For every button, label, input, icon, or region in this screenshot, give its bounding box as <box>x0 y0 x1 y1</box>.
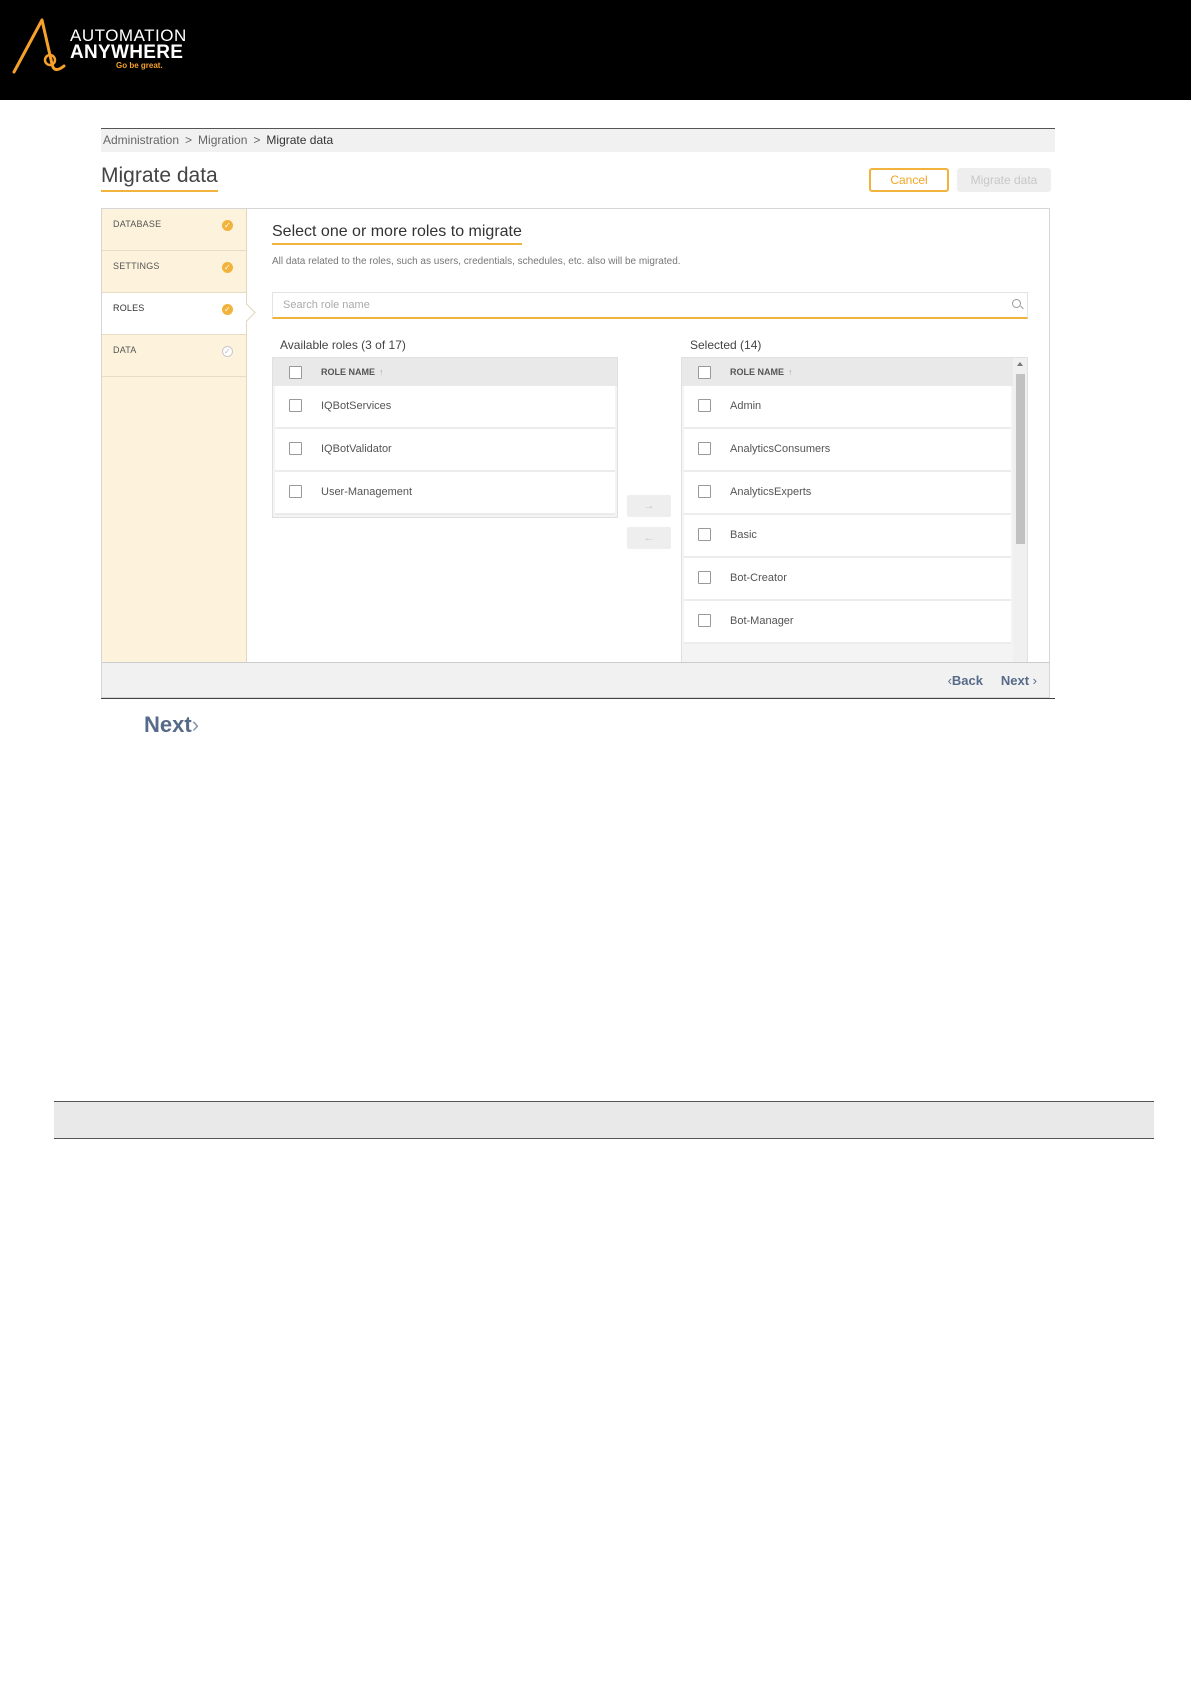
divider <box>101 698 1055 699</box>
move-left-button[interactable]: ← <box>627 527 671 549</box>
chevron-right-icon: › <box>1032 673 1037 688</box>
move-right-button[interactable]: → <box>627 495 671 517</box>
search-input[interactable] <box>273 293 993 317</box>
scroll-up-icon[interactable] <box>1017 362 1023 366</box>
step-roles[interactable]: ROLES ✓ <box>102 293 246 335</box>
back-button[interactable]: ‹Back <box>948 673 983 688</box>
selected-count: (14) <box>740 338 762 352</box>
back-label: Back <box>951 673 983 688</box>
section-description: All data related to the roles, such as u… <box>272 256 681 267</box>
list-header: ROLE NAME ↑ <box>273 358 617 386</box>
breadcrumb-current: Migrate data <box>266 133 334 147</box>
breadcrumb-separator: > <box>253 133 261 147</box>
sort-ascending-icon: ↑ <box>788 367 793 377</box>
list-item[interactable]: IQBotValidator <box>275 429 615 472</box>
step-data[interactable]: DATA ✓ <box>102 335 246 377</box>
available-count: (3 of 17) <box>361 338 406 352</box>
breadcrumb-separator: > <box>185 133 193 147</box>
row-checkbox[interactable] <box>698 485 711 498</box>
role-name: Basic <box>730 529 757 541</box>
role-search <box>272 292 1028 319</box>
column-header-text: ROLE NAME <box>321 367 375 377</box>
page-title: Migrate data <box>101 164 218 192</box>
select-all-checkbox[interactable] <box>289 366 302 379</box>
list-item[interactable]: Basic <box>684 515 1011 558</box>
check-complete-icon: ✓ <box>222 262 233 273</box>
divider-band <box>54 1101 1154 1139</box>
search-icon[interactable] <box>1012 299 1021 308</box>
step-label: ROLES <box>113 303 145 313</box>
step-label: SETTINGS <box>113 261 160 271</box>
available-roles-label: Available roles (3 of 17) <box>280 338 406 352</box>
scrollbar[interactable] <box>1013 358 1027 666</box>
list-item[interactable]: IQBotServices <box>275 386 615 429</box>
row-checkbox[interactable] <box>289 485 302 498</box>
check-complete-icon: ✓ <box>222 220 233 231</box>
step-settings[interactable]: SETTINGS ✓ <box>102 251 246 293</box>
selected-label-text: Selected <box>690 338 737 352</box>
row-checkbox[interactable] <box>698 528 711 541</box>
column-header-role-name[interactable]: ROLE NAME ↑ <box>321 358 384 386</box>
list-item[interactable]: Bot-Manager <box>684 601 1011 644</box>
list-item[interactable]: Bot-Creator <box>684 558 1011 601</box>
list-item[interactable]: User-Management <box>275 472 615 515</box>
list-item[interactable]: AnalyticsConsumers <box>684 429 1011 472</box>
column-header-role-name[interactable]: ROLE NAME ↑ <box>730 358 793 386</box>
role-name: AnalyticsExperts <box>730 486 812 498</box>
next-label: Next <box>144 712 192 737</box>
role-name: Admin <box>730 400 762 412</box>
list-header: ROLE NAME ↑ <box>682 358 1013 386</box>
row-checkbox[interactable] <box>698 614 711 627</box>
cancel-button[interactable]: Cancel <box>869 168 949 192</box>
logo-text-anywhere: ANYWHERE <box>70 42 184 63</box>
selected-roles-list: ROLE NAME ↑ Admin AnalyticsConsumers Anal… <box>681 357 1028 667</box>
migrate-data-button[interactable]: Migrate data <box>957 168 1051 192</box>
check-pending-icon: ✓ <box>222 346 233 357</box>
next-button[interactable]: Next › <box>1001 673 1037 688</box>
chevron-right-icon: › <box>191 712 200 737</box>
section-title: Select one or more roles to migrate <box>272 223 522 245</box>
column-header-text: ROLE NAME <box>730 367 784 377</box>
roles-content: Select one or more roles to migrate All … <box>247 209 1049 667</box>
available-roles-list: ROLE NAME ↑ IQBotServices IQBotValidator … <box>272 357 618 518</box>
breadcrumb: Administration > Migration > Migrate data <box>101 128 1055 152</box>
step-label: DATA <box>113 345 137 355</box>
scrollbar-thumb[interactable] <box>1016 374 1025 544</box>
role-name: IQBotServices <box>321 400 392 412</box>
breadcrumb-migration[interactable]: Migration <box>198 133 247 147</box>
row-checkbox[interactable] <box>698 571 711 584</box>
automation-anywhere-logo-icon <box>12 18 66 74</box>
role-name: User-Management <box>321 486 413 498</box>
row-checkbox[interactable] <box>698 399 711 412</box>
next-label: Next <box>1000 673 1030 688</box>
header-banner: AUTOMATION ANYWHERE Go be great. <box>0 0 1191 100</box>
role-name: AnalyticsConsumers <box>730 443 831 455</box>
next-button-illustration: Next› <box>144 712 199 738</box>
role-name: IQBotValidator <box>321 443 392 455</box>
row-checkbox[interactable] <box>289 442 302 455</box>
check-complete-icon: ✓ <box>222 304 233 315</box>
wizard-panel: DATABASE ✓ SETTINGS ✓ ROLES ✓ DATA ✓ Sel… <box>101 208 1050 698</box>
row-checkbox[interactable] <box>289 399 302 412</box>
sort-ascending-icon: ↑ <box>379 367 384 377</box>
migrate-data-screen: Administration > Migration > Migrate data Mi… <box>101 128 1055 700</box>
wizard-steps: DATABASE ✓ SETTINGS ✓ ROLES ✓ DATA ✓ <box>102 209 247 662</box>
select-all-checkbox[interactable] <box>698 366 711 379</box>
row-checkbox[interactable] <box>698 442 711 455</box>
breadcrumb-administration[interactable]: Administration <box>103 133 179 147</box>
wizard-footer: ‹Back Next › <box>102 662 1049 697</box>
selected-roles-label: Selected (14) <box>690 338 761 352</box>
available-label-text: Available roles <box>280 338 358 352</box>
step-label: DATABASE <box>113 219 162 229</box>
list-item[interactable]: AnalyticsExperts <box>684 472 1011 515</box>
step-database[interactable]: DATABASE ✓ <box>102 209 246 251</box>
role-name: Bot-Manager <box>730 615 794 627</box>
list-item[interactable]: Admin <box>684 386 1011 429</box>
role-name: Bot-Creator <box>730 572 787 584</box>
logo-tagline: Go be great. <box>116 61 163 70</box>
